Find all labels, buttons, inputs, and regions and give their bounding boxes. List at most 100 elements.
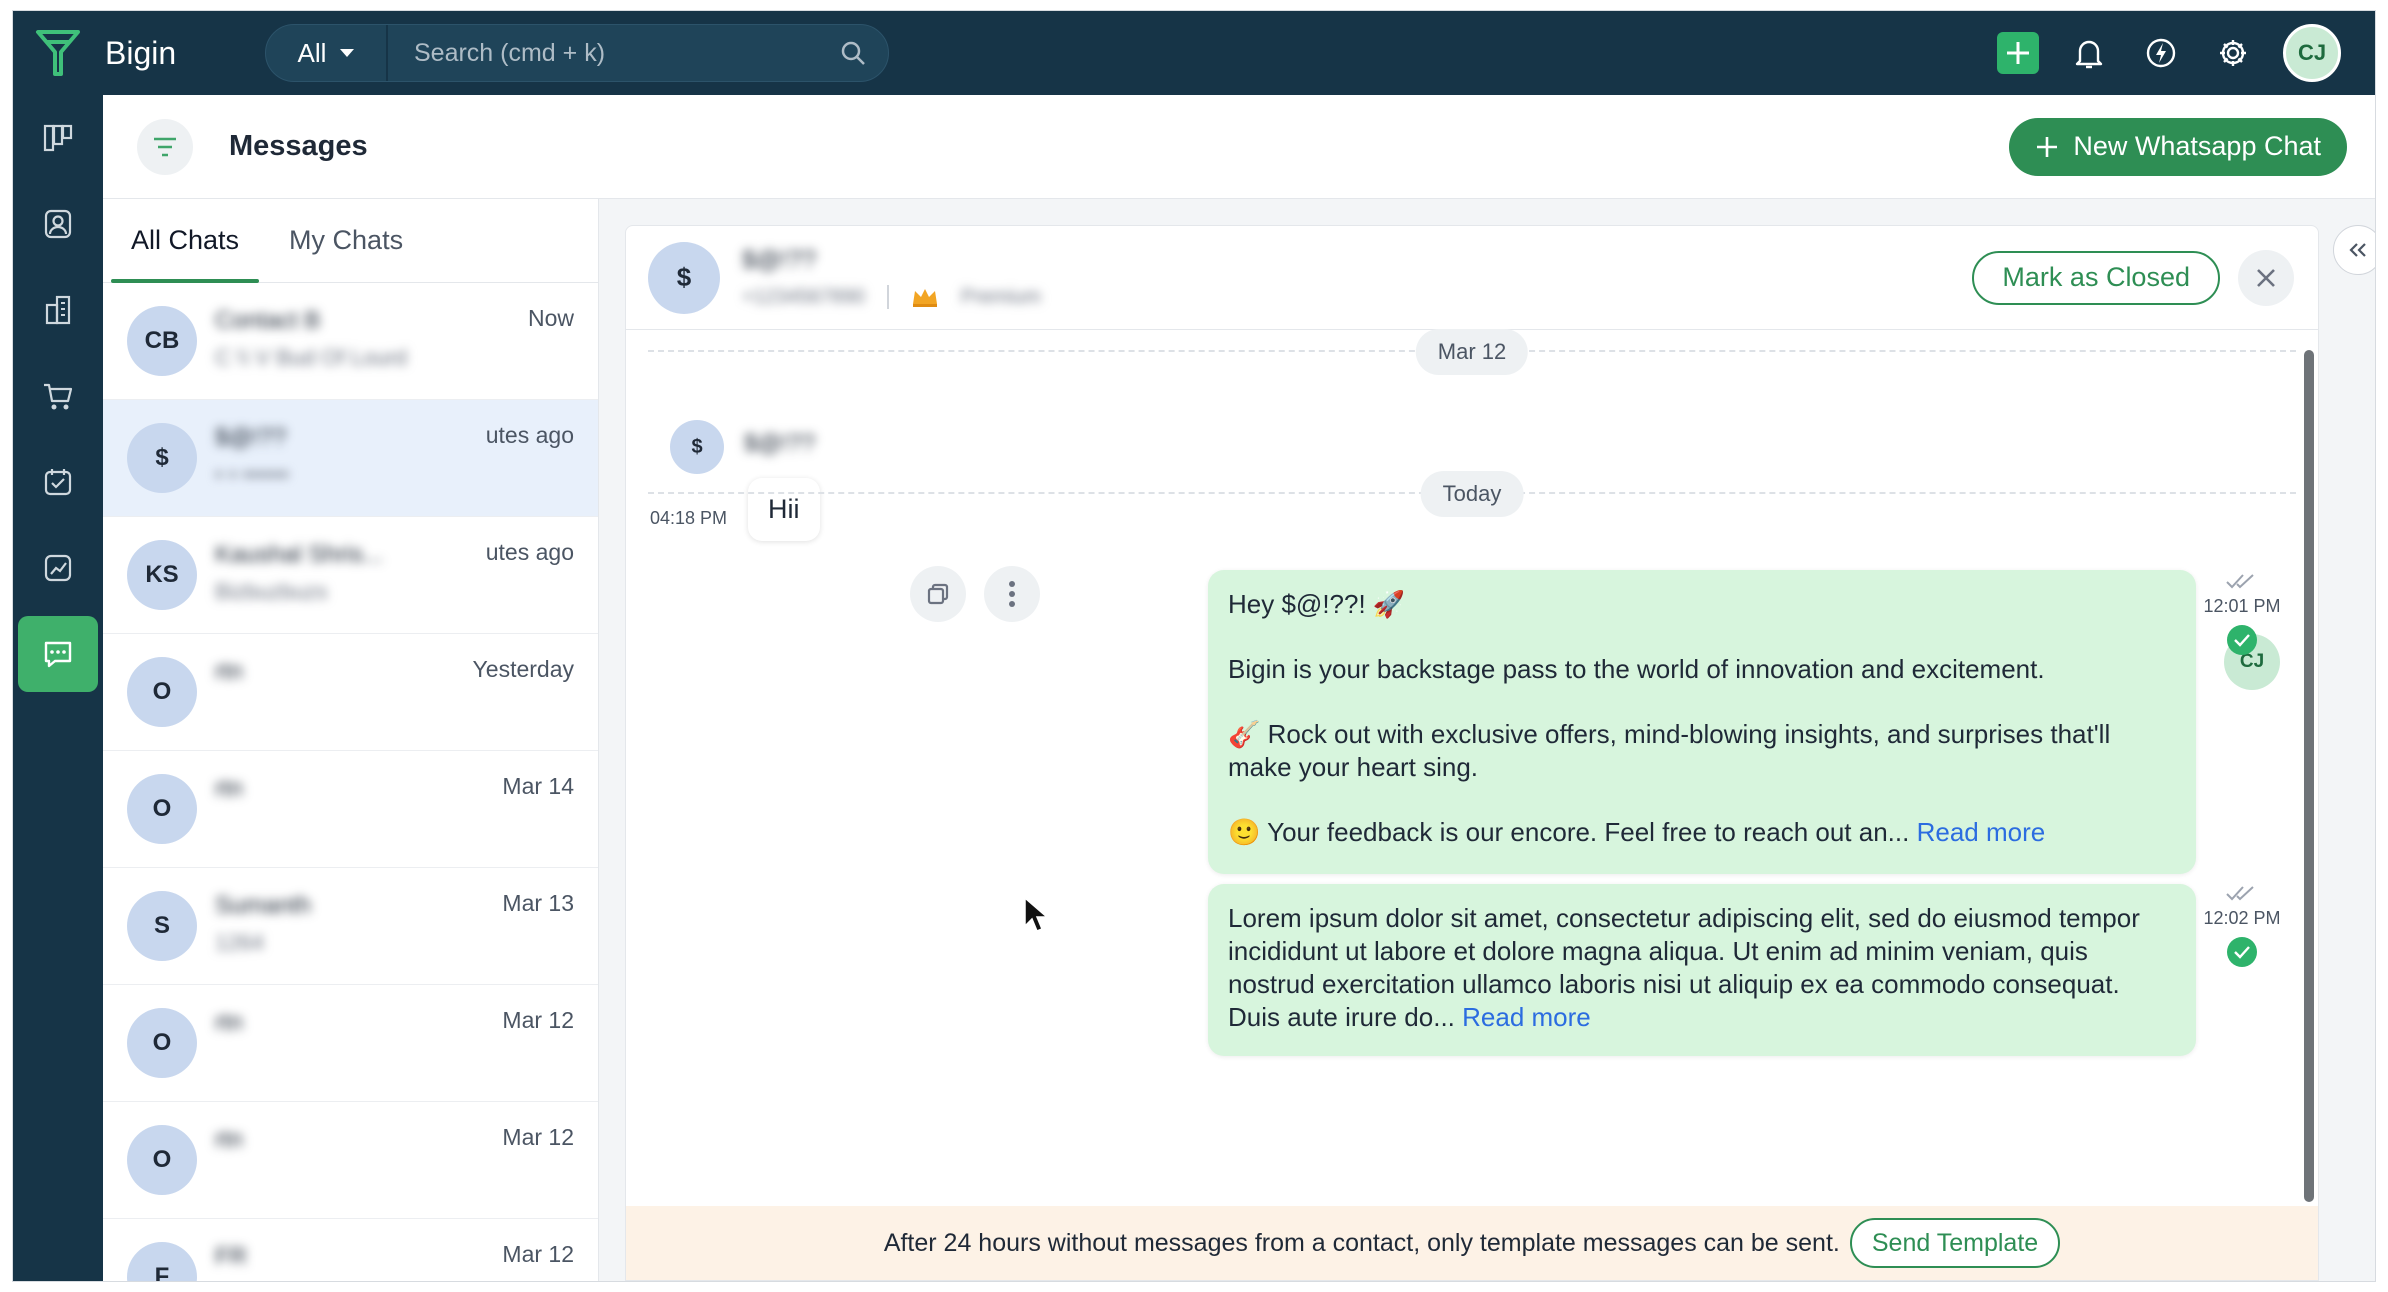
chat-list-item[interactable]: O rtn Mar 12 (103, 985, 598, 1102)
contact-avatar[interactable]: $ (648, 241, 720, 314)
chat-time: utes ago (485, 539, 574, 565)
chat-avatar: O (127, 1008, 197, 1078)
more-options-icon[interactable] (984, 566, 1040, 622)
bigin-logo[interactable] (23, 11, 93, 95)
chat-time: Yesterday (472, 656, 574, 682)
day-label: Today (1420, 471, 1524, 517)
bell-icon[interactable] (2067, 31, 2111, 75)
pipelines-icon (43, 124, 73, 152)
message-paragraph: 🎸 Rock out with exclusive offers, mind-b… (1228, 719, 2111, 782)
nav-activities[interactable] (13, 439, 103, 525)
chat-time: Mar 14 (502, 773, 574, 799)
contact-name[interactable]: $@!?? (742, 246, 1041, 275)
nav-messages[interactable] (13, 611, 103, 697)
incoming-message[interactable]: Hii (748, 478, 820, 541)
chat-avatar: CB (127, 306, 197, 376)
tab-all-chats[interactable]: All Chats (111, 198, 260, 283)
message-time: 04:18 PM (650, 508, 728, 528)
copy-icon[interactable] (910, 566, 966, 622)
add-icon[interactable] (1997, 32, 2039, 74)
nav-products[interactable] (13, 353, 103, 439)
chat-avatar: KS (127, 540, 197, 610)
nav-reports[interactable] (13, 525, 103, 611)
template-notice-text: After 24 hours without messages from a c… (883, 1228, 1840, 1257)
delivered-check-icon (2227, 625, 2257, 655)
new-chat-label: New Whatsapp Chat (2073, 131, 2321, 161)
chat-tabs: All Chats My Chats (103, 199, 598, 283)
user-avatar[interactable]: CJ (2283, 24, 2341, 82)
thread-scrollbar[interactable] (2304, 350, 2314, 1202)
global-search: All (265, 24, 889, 82)
day-label: Mar 12 (1415, 329, 1529, 375)
chat-name: rtn (215, 658, 244, 685)
chat-list-item[interactable]: CB Contact B C \\ V Bud Of Lourd Now (103, 283, 598, 400)
search-input[interactable] (388, 25, 818, 81)
chat-avatar: O (127, 657, 197, 727)
read-more-link[interactable]: Read more (1917, 817, 2046, 847)
new-whatsapp-chat-button[interactable]: New Whatsapp Chat (2009, 117, 2347, 176)
chat-list-item[interactable]: O rtn Yesterday (103, 634, 598, 751)
mouse-cursor-icon (1023, 896, 1050, 939)
double-check-icon (2202, 884, 2282, 902)
message-paragraph: 🙂 Your feedback is our encore. Feel free… (1228, 817, 1910, 847)
app-window: Bigin All CJ (12, 10, 2376, 1282)
day-separator: Today (648, 471, 2296, 517)
activities-icon (44, 469, 72, 496)
bigin-logo-mark (36, 30, 80, 76)
nav-pipelines[interactable] (13, 95, 103, 181)
message-time: 12:02 PM (2203, 908, 2281, 928)
message-thread[interactable]: Mar 12 $ $@!?? 04:18 PM Hii Today C J CJ… (626, 329, 2318, 1206)
chat-list-item[interactable]: F FR Mar 12 (103, 1219, 598, 1281)
close-icon[interactable] (2238, 249, 2294, 306)
chat-list-item[interactable]: O rtn Mar 12 (103, 1102, 598, 1219)
chat-list-item[interactable]: S Sumanth 1264 Mar 13 (103, 868, 598, 985)
chat-list-item[interactable]: $ $@!?? • • •••••• utes ago (103, 400, 598, 517)
send-template-button[interactable]: Send Template (1849, 1218, 2061, 1268)
chat-name: rtn (215, 775, 244, 802)
chat-preview: C \\ V Bud Of Lourd (215, 345, 407, 370)
chat-avatar: O (127, 1125, 197, 1195)
outgoing-message[interactable]: Hey $@!??! 🚀 Bigin is your backstage pas… (1208, 570, 2196, 874)
chevron-down-icon (340, 49, 355, 57)
collapse-panel-button[interactable] (2333, 225, 2375, 275)
plus-icon (2037, 136, 2058, 157)
chat-time: Mar 12 (502, 1124, 574, 1150)
chat-name: Sumanth (215, 892, 312, 919)
products-icon (44, 383, 73, 410)
chat-name: rtn (215, 1126, 244, 1153)
double-chevron-left-icon (2349, 243, 2366, 257)
message-paragraph: Hey $@!??! 🚀 (1228, 589, 1406, 619)
nav-contacts[interactable] (13, 181, 103, 267)
chat-time: Mar 12 (502, 1241, 574, 1267)
conversation-header: $ $@!?? +1234567890 Premium Mark as Clos… (626, 226, 2318, 330)
nav-companies[interactable] (13, 267, 103, 353)
top-actions: CJ (1997, 24, 2341, 82)
chat-time: Now (527, 305, 574, 331)
read-more-link[interactable]: Read more (1462, 1002, 1591, 1032)
chat-list-panel: All Chats My Chats CB Contact B C \\ V Bu… (103, 199, 599, 1281)
tab-my-chats[interactable]: My Chats (269, 198, 423, 282)
double-check-icon (2202, 572, 2282, 590)
chat-preview: • • •••••• (215, 462, 289, 487)
companies-icon (45, 295, 71, 325)
incoming-author: $@!?? (744, 430, 816, 457)
outgoing-message[interactable]: Lorem ipsum dolor sit amet, consectetur … (1208, 884, 2196, 1056)
conversation-panel: $ $@!?? +1234567890 Premium Mark as Clos… (625, 225, 2319, 1281)
chat-preview: 1264 (215, 930, 264, 955)
chat-avatar: F (127, 1242, 197, 1281)
message-status: 12:01 PM (2202, 572, 2282, 655)
search-icon[interactable] (818, 25, 888, 81)
mark-as-closed-button[interactable]: Mark as Closed (1972, 250, 2220, 305)
chat-name: rtn (215, 1009, 244, 1036)
search-scope-dropdown[interactable]: All (266, 25, 388, 81)
delivered-check-icon (2227, 937, 2257, 967)
incoming-avatar: $ (670, 420, 724, 474)
filter-icon[interactable] (137, 118, 193, 175)
crown-icon (912, 289, 937, 307)
chat-list-item[interactable]: O rtn Mar 14 (103, 751, 598, 868)
lightning-icon[interactable] (2139, 31, 2183, 75)
chat-list-item[interactable]: KS Kaushal Shris... Bizbuzbuzs utes ago (103, 517, 598, 634)
day-separator: Mar 12 (648, 329, 2296, 375)
message-paragraph: Bigin is your backstage pass to the worl… (1228, 654, 2045, 684)
gear-icon[interactable] (2211, 31, 2255, 75)
